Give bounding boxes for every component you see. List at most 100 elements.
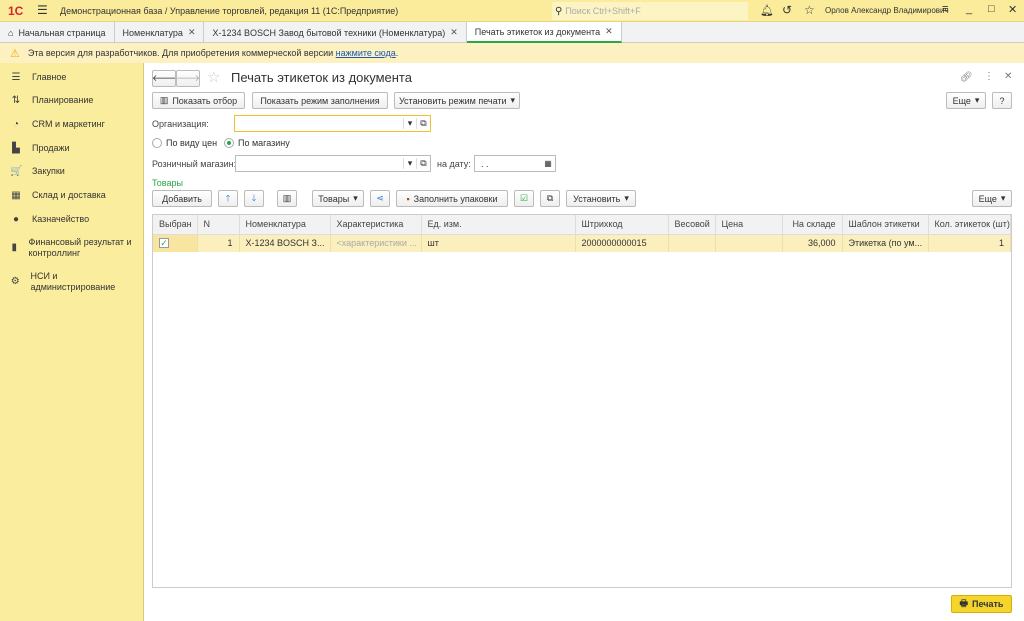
list-icon: ☰ — [11, 72, 21, 83]
show-filter-button[interactable]: ▥ Показать отбор — [152, 92, 245, 109]
col-item[interactable]: Номенклатура — [239, 215, 331, 235]
more-button[interactable]: Еще ▾ — [946, 92, 986, 109]
search-icon: ⚲ — [555, 5, 563, 17]
sidebar-item-finance[interactable]: ▮ Финансовый результат и контроллинг — [10, 237, 140, 259]
sidebar-label: Продажи — [32, 143, 70, 153]
dropdown-icon[interactable]: ▾ — [403, 118, 416, 129]
sidebar-item-sales[interactable]: ▙ Продажи — [10, 143, 70, 154]
close-form-icon[interactable]: ✕ — [1004, 71, 1012, 82]
tab-home[interactable]: ⌂ Начальная страница — [0, 22, 115, 43]
more-table-button[interactable]: Еще ▾ — [972, 190, 1012, 207]
barcode-icon: ▥ — [282, 193, 292, 203]
sidebar-item-treasury[interactable]: ● Казначейство — [10, 214, 89, 225]
sidebar: ☰ Главное ⇅ Планирование ◔ CRM и маркетинг … — [0, 63, 144, 621]
organization-field[interactable]: ▾ ⧉ — [234, 115, 431, 132]
cart-icon: 🛒 — [10, 166, 23, 177]
sidebar-item-warehouse[interactable]: ▦ Склад и доставка — [10, 190, 106, 201]
col-n[interactable]: N — [197, 215, 240, 235]
col-unit[interactable]: Ед. изм. — [421, 215, 576, 235]
more-vert-icon[interactable]: ⋮ — [984, 71, 994, 82]
forward-button[interactable]: 🡒 — [176, 70, 200, 87]
sidebar-label: Главное — [32, 72, 67, 82]
store-label: Розничный магазин: — [152, 159, 237, 169]
tab-nomenclature[interactable]: Номенклатура ✕ — [115, 22, 205, 43]
tab-print-labels[interactable]: Печать этикеток из документа ✕ — [466, 22, 622, 43]
sidebar-item-main[interactable]: ☰ Главное — [10, 72, 67, 83]
radio-price-type[interactable]: По виду цен — [152, 138, 217, 148]
sidebar-item-purchases[interactable]: 🛒 Закупки — [10, 166, 65, 177]
selected-checkbox[interactable]: ✓ — [159, 238, 169, 249]
back-button[interactable]: 🡐 — [152, 70, 176, 87]
bell-icon[interactable]: 🔔︎ — [760, 4, 774, 17]
coin-icon: ● — [12, 214, 20, 225]
close-icon[interactable]: ✕ — [450, 27, 458, 38]
dropdown-icon: ▾ — [624, 193, 629, 203]
col-weight[interactable]: Весовой — [668, 215, 716, 235]
share-button[interactable]: ⋖ — [370, 190, 390, 207]
sidebar-label: НСИ и администрирование — [30, 271, 116, 292]
buy-link[interactable]: нажмите сюда — [336, 48, 396, 58]
link-icon[interactable]: 🔗︎ — [960, 72, 973, 83]
add-button[interactable]: Добавить — [152, 190, 212, 207]
warning-icon: ⚠ — [10, 47, 20, 60]
minimize-icon[interactable]: _ — [966, 3, 972, 15]
arrow-up-icon: 🡑 — [225, 192, 231, 203]
set-button[interactable]: Установить ▾ — [566, 190, 636, 207]
set-print-mode-button[interactable]: Установить режим печати ▾ — [394, 92, 520, 109]
dropdown-icon[interactable]: ▾ — [403, 158, 416, 169]
retail-store-field[interactable]: ▾ ⧉ — [235, 155, 431, 172]
col-barcode[interactable]: Штрихкод — [575, 215, 669, 235]
star-icon[interactable]: ☆ — [804, 3, 815, 17]
col-qty[interactable]: Кол. этикеток (шт) — [928, 215, 1011, 235]
close-icon[interactable]: ✕ — [188, 27, 196, 38]
history-icon[interactable]: ↺ — [782, 3, 792, 17]
favorite-star-icon[interactable]: ☆ — [207, 68, 220, 86]
col-stock[interactable]: На складе — [782, 215, 843, 235]
sidebar-item-crm[interactable]: ◔ CRM и маркетинг — [10, 119, 105, 130]
print-button[interactable]: 🖶 Печать — [951, 595, 1012, 613]
cell-barcode: 2000000000015 — [575, 234, 669, 252]
dev-warning: ⚠ Эта версия для разработчиков. Для прио… — [0, 43, 1024, 63]
radio-store[interactable]: По магазину — [224, 138, 290, 148]
tab-bar: ⌂ Начальная страница Номенклатура ✕ X-1234… — [0, 22, 1024, 43]
col-price[interactable]: Цена — [715, 215, 783, 235]
open-icon[interactable]: ⧉ — [416, 118, 430, 129]
move-up-button[interactable]: 🡑 — [218, 190, 238, 207]
show-fill-mode-button[interactable]: Показать режим заполнения — [252, 92, 388, 109]
pie-icon: ◔ — [12, 119, 20, 130]
settings-menu-icon[interactable]: ≡ — [942, 3, 948, 15]
barcode-search-button[interactable]: ▥ — [277, 190, 297, 207]
table-row[interactable]: ✓ 1 X-1234 BOSCH З... <характеристики ..… — [153, 234, 1011, 252]
check-all-button[interactable]: ☑ — [514, 190, 534, 207]
date-value[interactable]: . . — [475, 159, 541, 169]
open-icon[interactable]: ⧉ — [416, 158, 430, 169]
arrow-down-icon: 🡓 — [251, 192, 257, 203]
search-input[interactable]: ⚲ Поиск Ctrl+Shift+F — [552, 2, 748, 20]
close-icon[interactable]: ✕ — [605, 26, 613, 37]
tab-item[interactable]: X-1234 BOSCH Завод бытовой техники (Номе… — [204, 22, 467, 43]
bag-icon: ▙ — [12, 143, 20, 154]
radio-label: По магазину — [238, 138, 290, 148]
goods-table: Выбран N Номенклатура Характеристика Ед.… — [152, 214, 1012, 588]
col-characteristic[interactable]: Характеристика — [330, 215, 422, 235]
copy-button[interactable]: ⧉ — [540, 190, 560, 207]
date-field[interactable]: . . ▦ — [474, 155, 556, 172]
move-down-button[interactable]: 🡓 — [244, 190, 264, 207]
copy-icon: ⧉ — [546, 193, 554, 203]
menu-icon[interactable]: ☰ — [37, 3, 48, 17]
sidebar-label: Финансовый результат и контроллинг — [28, 237, 132, 258]
col-selected[interactable]: Выбран — [153, 215, 198, 235]
sidebar-item-admin[interactable]: ⚙ НСИ и администрирование — [10, 271, 130, 293]
help-button[interactable]: ? — [992, 92, 1012, 109]
dropdown-icon: ▾ — [353, 193, 358, 203]
sidebar-item-planning[interactable]: ⇅ Планирование — [10, 95, 94, 106]
fill-packages-button[interactable]: ▪ Заполнить упаковки — [396, 190, 508, 207]
calendar-icon[interactable]: ▦ — [541, 159, 555, 168]
warehouse-icon: ▦ — [11, 190, 21, 201]
goods-button[interactable]: Товары ▾ — [312, 190, 364, 207]
user-name[interactable]: Орлов Александр Владимирович — [825, 6, 949, 15]
col-template[interactable]: Шаблон этикетки — [842, 215, 929, 235]
btn-label: Еще — [952, 95, 971, 106]
maximize-icon[interactable]: □ — [988, 3, 995, 15]
close-icon[interactable]: ✕ — [1008, 3, 1017, 16]
